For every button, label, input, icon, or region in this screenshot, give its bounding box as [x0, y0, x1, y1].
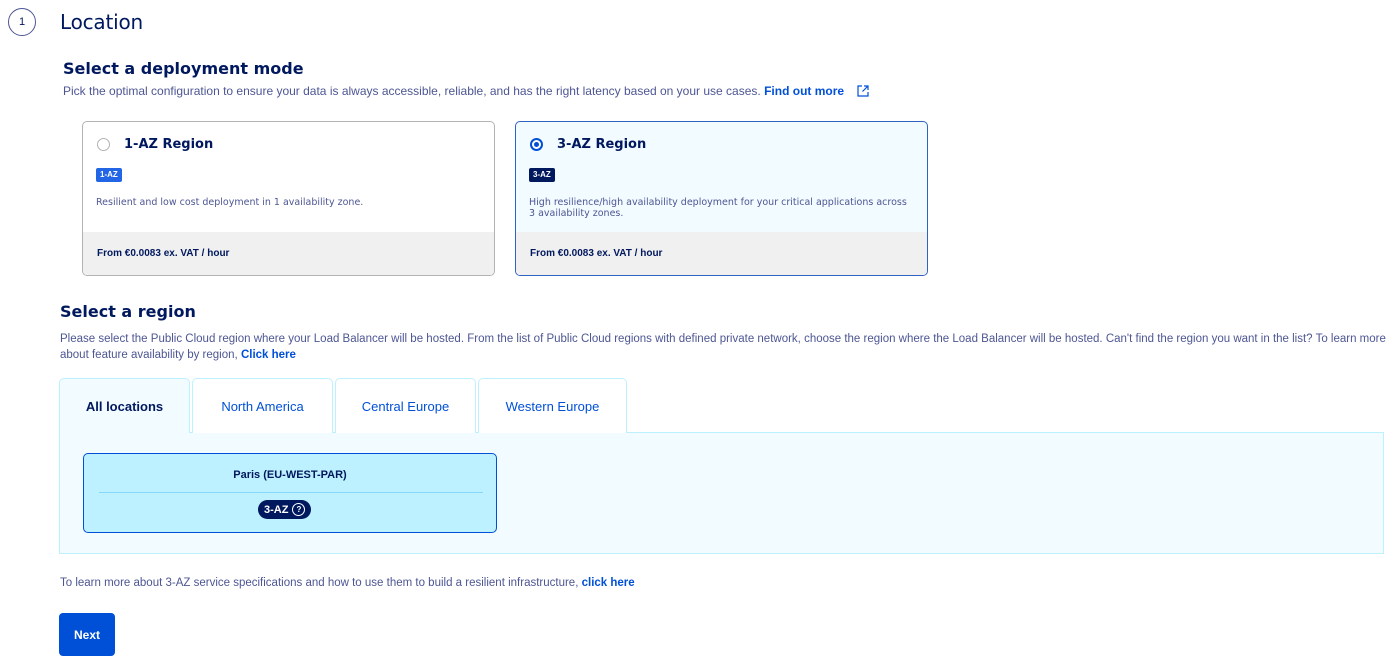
step-title: Location: [60, 10, 143, 34]
region-card-paris[interactable]: Paris (EU-WEST-PAR) 3-AZ ?: [83, 453, 497, 533]
mode-price-1az: From €0.0083 ex. VAT / hour: [83, 232, 494, 275]
mode-label-3az: 3-AZ Region: [557, 137, 647, 152]
mode-card-1az[interactable]: 1-AZ Region 1-AZ Resilient and low cost …: [82, 121, 495, 276]
region-title: Select a region: [60, 302, 196, 321]
region-name: Paris (EU-WEST-PAR): [233, 469, 347, 481]
mode-card-3az[interactable]: 3-AZ Region 3-AZ High resilience/high av…: [515, 121, 928, 276]
mode-badge-3az: 3-AZ: [529, 168, 555, 182]
tab-all-locations[interactable]: All locations: [59, 378, 190, 433]
region-description: Please select the Public Cloud region wh…: [60, 331, 1390, 363]
radio-1az[interactable]: [97, 138, 110, 151]
mode-label-1az: 1-AZ Region: [124, 137, 214, 152]
external-link-icon[interactable]: [857, 85, 870, 100]
region-divider: [99, 492, 483, 493]
radio-3az[interactable]: [530, 138, 543, 151]
mode-description-1az: Resilient and low cost deployment in 1 a…: [96, 197, 364, 208]
tab-north-america[interactable]: North America: [192, 378, 333, 433]
question-icon[interactable]: ?: [292, 503, 306, 516]
region-badge-3az: 3-AZ ?: [258, 500, 312, 519]
mode-badge-1az: 1-AZ: [96, 168, 122, 182]
mode-price-3az: From €0.0083 ex. VAT / hour: [516, 232, 927, 275]
region-badge-label: 3-AZ: [264, 503, 289, 516]
next-button[interactable]: Next: [59, 613, 115, 656]
footer-note: To learn more about 3-AZ service specifi…: [60, 577, 635, 589]
region-click-here-link[interactable]: Click here: [241, 349, 296, 361]
region-tabs: All locations North America Central Euro…: [59, 378, 629, 433]
footer-note-text: To learn more about 3-AZ service specifi…: [60, 577, 579, 589]
deployment-mode-description-text: Pick the optimal configuration to ensure…: [63, 84, 761, 98]
step-header: 1 Location: [8, 8, 143, 36]
find-out-more-link[interactable]: Find out more: [764, 84, 844, 98]
mode-description-3az: High resilience/high availability deploy…: [529, 197, 907, 219]
tab-central-europe[interactable]: Central Europe: [335, 378, 476, 433]
step-number: 1: [8, 8, 36, 36]
footer-click-here-link[interactable]: click here: [582, 577, 635, 589]
tab-western-europe[interactable]: Western Europe: [478, 378, 627, 433]
deployment-mode-description: Pick the optimal configuration to ensure…: [63, 84, 870, 100]
deployment-mode-title: Select a deployment mode: [63, 59, 304, 78]
